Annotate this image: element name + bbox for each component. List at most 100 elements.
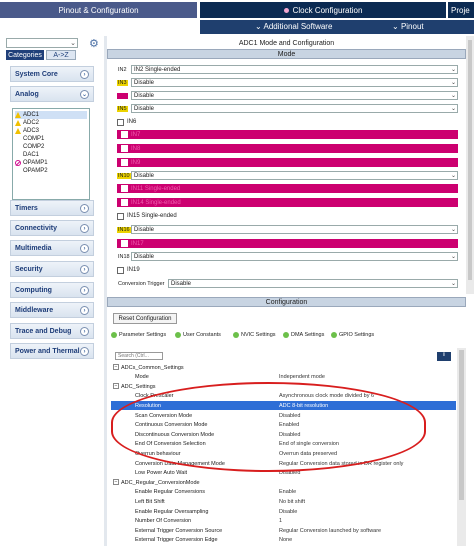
table-row[interactable]: Scan Conversion Mode Disabled (111, 411, 456, 420)
table-row[interactable]: Left Bit Shift No bit shift (111, 497, 456, 506)
tab-a-z[interactable]: A->Z (46, 50, 76, 60)
scrollbar-thumb[interactable] (468, 40, 472, 280)
tab-pinout-configuration[interactable]: Pinout & Configuration (0, 2, 197, 18)
param-value: Enabled (279, 422, 300, 429)
mode-select[interactable]: Disable ⌄ (131, 225, 458, 234)
table-group-row[interactable]: − ADC_Regular_ConversionMode (111, 478, 456, 487)
mode-select[interactable]: Disable ⌄ (131, 91, 458, 100)
tab-project[interactable]: Proje (448, 2, 474, 18)
tab-parameter-settings[interactable]: Parameter Settings (111, 330, 166, 339)
table-row[interactable]: Overrun behaviour Overrun data preserved (111, 449, 456, 458)
tab-label: NVIC Settings (241, 331, 276, 338)
conversion-trigger-row: Conversion Trigger Disable ⌄ (117, 279, 459, 289)
list-item-comp1[interactable]: COMP1 (15, 135, 44, 143)
checkbox[interactable] (117, 266, 124, 274)
category-connectivity[interactable]: Connectivity › (10, 220, 94, 236)
additional-software-button[interactable]: ⌄ Additional Software (255, 22, 332, 31)
mode-row-in19: IN19 (117, 265, 459, 275)
tab-categories[interactable]: Categories (6, 50, 44, 60)
list-item-adc1[interactable]: ADC1 (15, 111, 87, 119)
table-group-row[interactable]: − ADC_Settings (111, 382, 456, 391)
check-icon (111, 331, 117, 338)
table-row[interactable]: Discontinuous Conversion Mode Disabled (111, 430, 456, 439)
collapse-icon[interactable]: − (113, 364, 119, 370)
param-value: Disabled (279, 412, 301, 419)
category-system-core[interactable]: System Core › (10, 66, 94, 82)
checkbox[interactable] (121, 145, 128, 152)
list-item-label: ADC2 (23, 120, 40, 126)
param-key: Low Power Auto Wait (135, 470, 188, 477)
collapse-icon[interactable]: − (113, 383, 119, 390)
table-group-row[interactable]: − ADCs_Common_Settings (111, 363, 456, 372)
chevron-down-icon: ⌄ (450, 106, 456, 112)
param-key: Clock Prescaler (135, 393, 174, 400)
table-row[interactable]: Resolution ADC 8-bit resolution (111, 401, 456, 411)
category-computing[interactable]: Computing › (10, 282, 94, 298)
mode-row-in2: IN2 IN2 Single-ended ⌄ (117, 65, 459, 75)
tab-dma-settings[interactable]: DMA Settings (283, 330, 324, 339)
table-row[interactable]: Enable Regular Conversions Enable (111, 488, 456, 497)
tab-label: GPIO Settings (339, 331, 375, 338)
table-row[interactable]: Conversion Data Management Mode Regular C… (111, 459, 456, 468)
tab-nvic-settings[interactable]: NVIC Settings (233, 330, 276, 339)
param-value: ADC 8-bit resolution (279, 402, 329, 409)
tab-user-constants[interactable]: User Constants (175, 330, 221, 339)
category-middleware[interactable]: Middleware › (10, 302, 94, 318)
table-row[interactable]: Enable Regular Oversampling Disable (111, 507, 456, 516)
pinout-menu-button[interactable]: ⌄ Pinout (392, 22, 424, 31)
parameter-search-input[interactable]: Search (Ctrl... (115, 352, 163, 360)
category-power-and-thermal[interactable]: Power and Thermal › (10, 343, 94, 359)
checkbox[interactable] (121, 131, 128, 138)
mode-scrollbar[interactable] (466, 36, 474, 294)
checkbox[interactable] (121, 240, 128, 247)
parameter-scrollbar[interactable] (457, 348, 466, 546)
category-label: Timers (15, 204, 38, 212)
table-row[interactable]: Low Power Auto Wait Disabled (111, 469, 456, 478)
mode-row-in6: IN6 (117, 117, 459, 127)
table-row[interactable]: Mode Independent mode (111, 373, 456, 382)
category-trace-and-debug[interactable]: Trace and Debug › (10, 323, 94, 339)
chevron-down-icon: ⌄ (450, 227, 456, 233)
checkbox[interactable] (117, 118, 124, 126)
reset-configuration-button[interactable]: Reset Configuration (113, 313, 177, 324)
tab-gpio-settings[interactable]: GPIO Settings (331, 330, 374, 339)
param-value: Overrun data preserved (279, 450, 338, 457)
checkbox[interactable] (121, 199, 128, 206)
list-item-dac1[interactable]: DAC1 (15, 151, 39, 159)
mode-select[interactable]: Disable ⌄ (131, 78, 458, 87)
chevron-down-icon[interactable]: ⌄ (70, 39, 76, 47)
category-security[interactable]: Security › (10, 261, 94, 277)
table-row[interactable]: External Trigger Conversion Edge None (111, 536, 456, 545)
category-timers[interactable]: Timers › (10, 200, 94, 216)
gear-icon[interactable]: ⚙ (89, 37, 99, 50)
checkbox[interactable] (121, 159, 128, 166)
checkbox[interactable] (117, 212, 124, 220)
param-value: No bit shift (279, 498, 305, 505)
list-item-adc3[interactable]: ADC3 (15, 127, 39, 135)
mode-select[interactable]: Disable ⌄ (131, 252, 458, 261)
list-item-opamp2[interactable]: OPAMP2 (15, 167, 48, 175)
check-icon (283, 331, 289, 338)
table-row[interactable]: Continuous Conversion Mode Enabled (111, 421, 456, 430)
table-row[interactable]: End Of Conversion Selection End of single… (111, 440, 456, 449)
mode-select[interactable]: Disable ⌄ (131, 104, 458, 113)
category-multimedia[interactable]: Multimedia › (10, 240, 94, 256)
scrollbar-thumb[interactable] (459, 350, 464, 500)
tab-clock-configuration[interactable]: Clock Configuration (200, 2, 446, 18)
table-row[interactable]: External Trigger Conversion Source Regula… (111, 526, 456, 535)
param-value: End of single conversion (279, 441, 339, 448)
category-analog[interactable]: Analog ⌄ (10, 86, 94, 102)
sidebar-search-input[interactable]: ⌄ (6, 38, 78, 48)
table-row[interactable]: Number Of Conversion 1 (111, 517, 456, 526)
checkbox[interactable] (121, 185, 128, 192)
list-item-opamp1[interactable]: OPAMP1 (15, 159, 48, 167)
mode-select[interactable]: IN2 Single-ended ⌄ (131, 65, 458, 74)
list-item-comp2[interactable]: COMP2 (15, 143, 44, 151)
list-item-adc2[interactable]: ADC2 (15, 119, 39, 127)
table-row[interactable]: Clock Prescaler Asynchronous clock mode d… (111, 392, 456, 401)
info-icon[interactable]: i (437, 352, 451, 361)
collapse-icon[interactable]: − (113, 479, 119, 486)
chevron-down-icon: ⌄ (80, 90, 89, 99)
conversion-trigger-select[interactable]: Disable ⌄ (168, 279, 458, 288)
mode-select[interactable]: Disable ⌄ (131, 171, 458, 180)
